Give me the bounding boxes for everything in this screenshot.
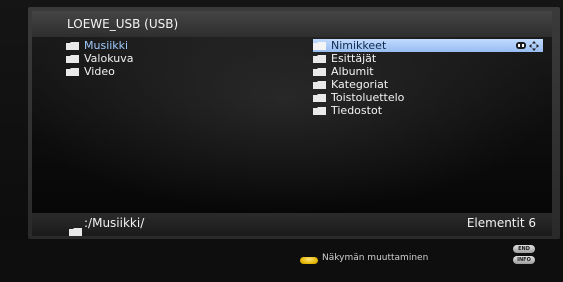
folder-icon xyxy=(66,68,79,76)
source-list: Musiikki Valokuva Video xyxy=(66,39,296,78)
source-item-label: Video xyxy=(84,65,115,78)
folder-icon xyxy=(313,81,326,89)
category-list: Nimikkeet Esittäjät Albumit Kategoriat T… xyxy=(313,39,543,117)
folder-icon xyxy=(313,42,326,50)
info-key-icon[interactable]: INFO xyxy=(513,256,535,264)
category-item-esittajat[interactable]: Esittäjät xyxy=(313,52,543,65)
help-bar xyxy=(0,239,563,282)
category-item-tiedostot[interactable]: Tiedostot xyxy=(313,104,543,117)
current-path: :/Musiikki/ xyxy=(84,216,145,230)
source-item-musiikki[interactable]: Musiikki xyxy=(66,39,296,52)
browser-panel: Musiikki Valokuva Video Nimikkeet Esittä… xyxy=(32,37,552,213)
source-item-valokuva[interactable]: Valokuva xyxy=(66,52,296,65)
yellow-key-icon[interactable] xyxy=(300,257,318,264)
folder-icon xyxy=(69,221,82,236)
screen: LOEWE_USB (USB) Musiikki Valokuva Video xyxy=(0,0,563,282)
category-item-label: Kategoriat xyxy=(331,78,389,91)
title-bar: LOEWE_USB (USB) xyxy=(32,11,552,37)
category-item-albumit[interactable]: Albumit xyxy=(313,65,543,78)
selected-row-icons xyxy=(516,39,539,52)
source-item-label: Musiikki xyxy=(84,39,129,52)
folder-icon xyxy=(66,55,79,63)
category-item-nimikkeet[interactable]: Nimikkeet xyxy=(313,39,543,52)
category-item-toistoluettelo[interactable]: Toistoluettelo xyxy=(313,91,543,104)
folder-icon xyxy=(313,94,326,102)
yellow-key-label: Näkymän muuttaminen xyxy=(322,253,429,263)
source-item-label: Valokuva xyxy=(84,52,134,65)
category-item-label: Albumit xyxy=(331,65,374,78)
window-title: LOEWE_USB (USB) xyxy=(67,17,179,31)
category-item-label: Toistoluettelo xyxy=(331,91,405,104)
ok-key-icon xyxy=(516,42,526,49)
folder-icon xyxy=(313,55,326,63)
status-bar: :/Musiikki/ Elementit 6 xyxy=(32,213,552,236)
item-count: Elementit 6 xyxy=(466,216,536,230)
category-item-kategoriat[interactable]: Kategoriat xyxy=(313,78,543,91)
folder-icon xyxy=(313,107,326,115)
dpad-arrows-icon xyxy=(529,40,539,51)
folder-icon xyxy=(313,68,326,76)
folder-icon xyxy=(66,42,79,50)
category-item-label: Tiedostot xyxy=(331,104,383,117)
end-key-icon[interactable]: END xyxy=(513,245,535,253)
category-item-label: Nimikkeet xyxy=(331,39,387,52)
source-item-video[interactable]: Video xyxy=(66,65,296,78)
category-item-label: Esittäjät xyxy=(331,52,377,65)
